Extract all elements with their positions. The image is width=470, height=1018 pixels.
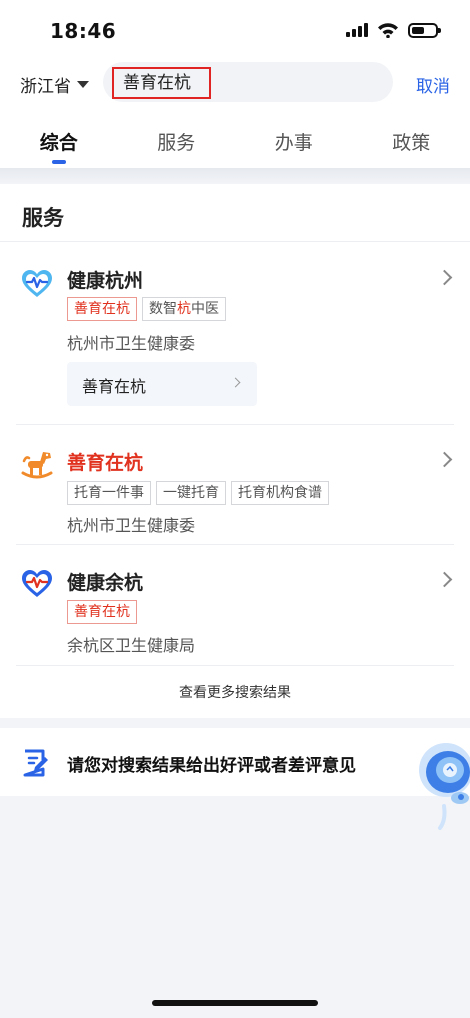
home-indicator[interactable] (152, 1000, 318, 1006)
tag: 托育机构食谱 (231, 481, 329, 505)
heart-pulse-icon (22, 570, 52, 597)
result-tabs: 综合 服务 办事 政策 (0, 106, 470, 168)
search-header: 浙江省 善育在杭 取消 (0, 60, 470, 106)
chevron-right-icon (436, 571, 453, 588)
caret-down-icon (77, 81, 89, 88)
chevron-right-icon (436, 451, 453, 468)
more-results-link[interactable]: 查看更多搜索结果 (0, 682, 470, 702)
tab-services[interactable]: 服务 (118, 106, 236, 168)
rocking-horse-icon (21, 452, 53, 479)
chevron-right-icon (230, 377, 241, 388)
region-selector[interactable]: 浙江省 (20, 72, 89, 97)
search-box[interactable]: 善育在杭 (103, 62, 393, 102)
tag: 一键托育 (156, 481, 226, 505)
chevron-right-icon (436, 269, 453, 286)
result-name: 健康余杭 (67, 572, 144, 594)
battery-icon (408, 22, 441, 38)
tag: 善育在杭 (67, 600, 137, 624)
section-title: 服务 (22, 206, 64, 230)
divider (16, 665, 454, 666)
tag: 数智杭中医 (142, 297, 226, 321)
status-time: 18:46 (50, 19, 117, 43)
divider (0, 241, 470, 242)
tag: 托育一件事 (67, 481, 151, 505)
feedback-text: 请您对搜索结果给出好评或者差评意见 (67, 756, 356, 776)
status-icons (346, 22, 441, 38)
divider (16, 424, 454, 425)
result-org: 杭州市卫生健康委 (67, 334, 196, 353)
result-org: 杭州市卫生健康委 (67, 516, 196, 535)
tag-row: 善育在杭 数智杭中医 (67, 297, 226, 321)
tag-row: 托育一件事 一键托育 托育机构食谱 (67, 481, 329, 505)
cellular-signal-icon (346, 23, 368, 37)
tag-row: 善育在杭 (67, 600, 137, 624)
assistant-robot-icon[interactable] (416, 740, 470, 832)
tab-bar-shadow (0, 168, 470, 184)
divider (16, 544, 454, 545)
result-name: 健康杭州 (67, 270, 144, 292)
services-card: 服务 健康杭州 善育在杭 数智杭中医 杭州市卫生健康委 善育在杭 善育在杭 托育… (0, 184, 470, 718)
feedback-banner[interactable]: 请您对搜索结果给出好评或者差评意见 (0, 728, 470, 796)
sub-service-link[interactable]: 善育在杭 (67, 362, 257, 406)
region-label: 浙江省 (20, 77, 71, 97)
wifi-icon (378, 23, 398, 38)
search-input[interactable]: 善育在杭 (112, 67, 211, 99)
sub-service-label: 善育在杭 (82, 377, 147, 396)
tab-comprehensive[interactable]: 综合 (0, 106, 118, 168)
result-name: 善育在杭 (67, 452, 144, 474)
status-bar: 18:46 (0, 0, 470, 60)
cancel-button[interactable]: 取消 (416, 72, 450, 97)
feedback-edit-icon (23, 749, 48, 777)
result-org: 余杭区卫生健康局 (67, 636, 196, 655)
heart-pulse-icon (22, 270, 52, 297)
tab-affairs[interactable]: 办事 (235, 106, 353, 168)
tab-policies[interactable]: 政策 (353, 106, 470, 168)
tag: 善育在杭 (67, 297, 137, 321)
